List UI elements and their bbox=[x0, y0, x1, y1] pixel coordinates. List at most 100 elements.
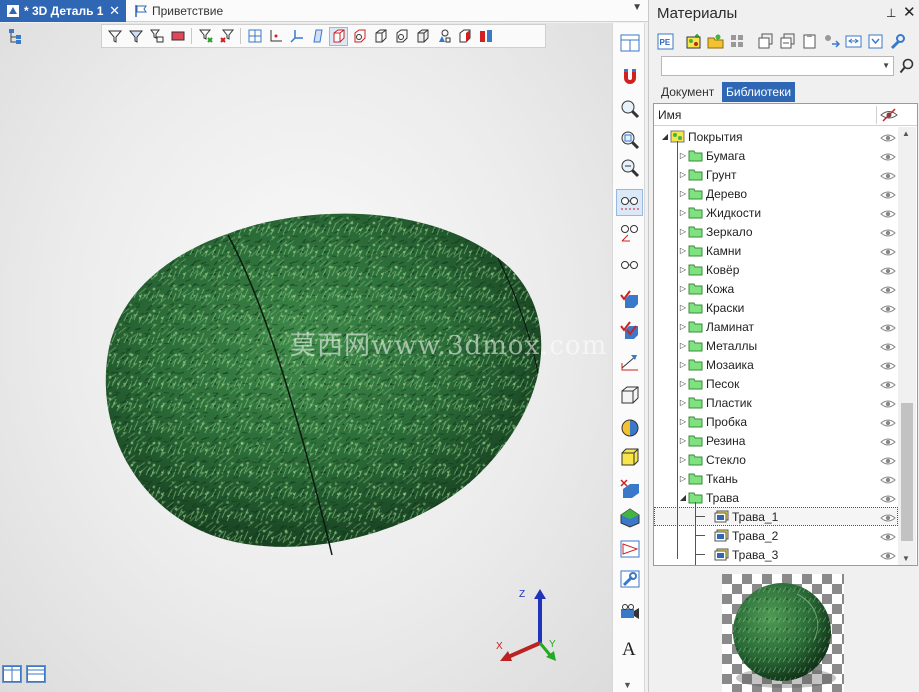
color-icon[interactable] bbox=[168, 27, 187, 46]
tree-item-root[interactable]: ◢ Покрытия bbox=[654, 127, 898, 146]
settings-wrench-icon[interactable] bbox=[616, 565, 643, 592]
copy-icon[interactable] bbox=[755, 31, 775, 51]
visibility-eye-icon[interactable] bbox=[880, 246, 896, 256]
visibility-eye-icon[interactable] bbox=[880, 550, 896, 560]
glasses-icon[interactable] bbox=[616, 251, 643, 278]
cut-icon[interactable] bbox=[616, 475, 643, 502]
tree-item-folder[interactable]: ▷ Резина bbox=[654, 431, 898, 450]
expand-arrow-icon[interactable]: ▷ bbox=[678, 208, 688, 217]
split-horizontal-icon[interactable] bbox=[26, 665, 46, 683]
filter-2-icon[interactable] bbox=[126, 27, 145, 46]
expand-arrow-icon[interactable]: ▷ bbox=[678, 341, 688, 350]
properties-icon[interactable]: PE bbox=[655, 31, 675, 51]
section-icon[interactable] bbox=[476, 27, 495, 46]
collapse-arrow-icon[interactable]: ◢ bbox=[660, 132, 670, 141]
paste-icon[interactable] bbox=[799, 31, 819, 51]
scroll-thumb[interactable] bbox=[901, 403, 913, 541]
apply-icon[interactable] bbox=[821, 31, 841, 51]
filter-clear-icon[interactable] bbox=[196, 27, 215, 46]
projection-icon[interactable] bbox=[616, 535, 643, 562]
tree-item-folder[interactable]: ▷ Стекло bbox=[654, 450, 898, 469]
visibility-eye-icon[interactable] bbox=[880, 322, 896, 332]
visibility-eye-icon[interactable] bbox=[880, 360, 896, 370]
cube-6-icon[interactable] bbox=[455, 27, 474, 46]
visibility-eye-icon[interactable] bbox=[880, 170, 896, 180]
library-grid-icon[interactable] bbox=[727, 31, 747, 51]
zoom-window-icon[interactable] bbox=[616, 126, 643, 153]
measure-icon[interactable] bbox=[616, 348, 643, 375]
visibility-eye-icon[interactable] bbox=[880, 284, 896, 294]
tree-item-folder[interactable]: ▷ Ковёр bbox=[654, 260, 898, 279]
shapes-icon[interactable] bbox=[434, 27, 453, 46]
tab-document[interactable]: Документ bbox=[658, 83, 717, 101]
expand-arrow-icon[interactable]: ▷ bbox=[678, 170, 688, 179]
shaded-cube-icon[interactable] bbox=[616, 504, 643, 531]
tree-item-folder[interactable]: ▷ Песок bbox=[654, 374, 898, 393]
tree-item-folder[interactable]: ▷ Краски bbox=[654, 298, 898, 317]
visibility-eye-icon[interactable] bbox=[880, 379, 896, 389]
visibility-eye-icon[interactable] bbox=[880, 531, 896, 541]
cube-3-icon[interactable] bbox=[371, 27, 390, 46]
collapse-arrow-icon[interactable]: ◢ bbox=[678, 493, 688, 502]
visibility-eye-icon[interactable] bbox=[880, 208, 896, 218]
pin-icon[interactable]: ⊥ bbox=[886, 6, 896, 20]
tab-3d-part[interactable]: * 3D Деталь 1 ✕ bbox=[0, 0, 126, 22]
tree-item-folder[interactable]: ▷ Зеркало bbox=[654, 222, 898, 241]
visibility-eye-icon[interactable] bbox=[880, 303, 896, 313]
visibility-eye-icon[interactable] bbox=[880, 436, 896, 446]
expand-arrow-icon[interactable]: ▷ bbox=[678, 303, 688, 312]
split-vertical-icon[interactable] bbox=[2, 665, 22, 683]
tree-item-folder[interactable]: ▷ Металлы bbox=[654, 336, 898, 355]
cube-2-icon[interactable] bbox=[350, 27, 369, 46]
visibility-eye-icon[interactable] bbox=[880, 227, 896, 237]
tree-item-folder[interactable]: ▷ Мозаика bbox=[654, 355, 898, 374]
add-material-icon[interactable] bbox=[683, 31, 703, 51]
tab-libraries[interactable]: Библиотеки bbox=[722, 82, 796, 102]
camera-icon[interactable] bbox=[616, 598, 643, 625]
filter-icon[interactable] bbox=[105, 27, 124, 46]
tree-item-folder[interactable]: ▷ Ламинат bbox=[654, 317, 898, 336]
expand-arrow-icon[interactable]: ▷ bbox=[678, 322, 688, 331]
tree-scrollbar[interactable]: ▲ ▼ bbox=[898, 127, 916, 565]
close-panel-icon[interactable]: ✕ bbox=[903, 3, 916, 21]
expand-arrow-icon[interactable]: ▷ bbox=[678, 379, 688, 388]
plane-icon[interactable] bbox=[308, 27, 327, 46]
visibility-eye-icon[interactable] bbox=[880, 265, 896, 275]
expand-arrow-icon[interactable]: ▷ bbox=[678, 436, 688, 445]
tab-welcome[interactable]: Приветствие bbox=[128, 0, 248, 22]
visibility-eye-icon[interactable] bbox=[880, 417, 896, 427]
tree-item-material[interactable]: Трава_2 bbox=[654, 526, 898, 545]
tree-item-folder[interactable]: ▷ Кожа bbox=[654, 279, 898, 298]
visibility-eye-icon[interactable] bbox=[880, 474, 896, 484]
visibility-eye-icon[interactable] bbox=[880, 455, 896, 465]
tab-list-dropdown-icon[interactable]: ▼ bbox=[632, 2, 642, 13]
axis-3d-icon[interactable] bbox=[287, 27, 306, 46]
check-cube-icon[interactable] bbox=[616, 286, 643, 313]
visibility-eye-icon[interactable] bbox=[880, 132, 896, 142]
3d-model-egg[interactable] bbox=[100, 193, 560, 573]
glasses-edit-icon[interactable] bbox=[616, 219, 643, 246]
visibility-eye-icon[interactable] bbox=[880, 151, 896, 161]
visibility-eye-icon[interactable] bbox=[880, 341, 896, 351]
cube-icon[interactable] bbox=[329, 26, 348, 46]
filter-clear-2-icon[interactable] bbox=[217, 27, 236, 46]
visibility-eye-icon[interactable] bbox=[880, 493, 896, 503]
expand-arrow-icon[interactable]: ▷ bbox=[678, 455, 688, 464]
expand-arrow-icon[interactable]: ▷ bbox=[678, 189, 688, 198]
tree-item-material[interactable]: Трава_3 bbox=[654, 545, 898, 564]
expand-arrow-icon[interactable]: ▷ bbox=[678, 246, 688, 255]
close-tab-icon[interactable]: ✕ bbox=[109, 3, 120, 19]
check-cube-2-icon[interactable] bbox=[616, 317, 643, 344]
magnet-icon[interactable] bbox=[616, 63, 643, 90]
expand-arrow-icon[interactable]: ▷ bbox=[678, 284, 688, 293]
grid-icon[interactable] bbox=[245, 27, 264, 46]
collapse-icon[interactable] bbox=[865, 31, 885, 51]
3d-viewport[interactable]: 莫西网www.3dmox.com Z X Y bbox=[0, 23, 612, 692]
chevron-down-icon[interactable]: ▼ bbox=[882, 61, 890, 70]
cube-4-icon[interactable] bbox=[392, 27, 411, 46]
tree-item-folder[interactable]: ▷ Пробка bbox=[654, 412, 898, 431]
open-library-icon[interactable] bbox=[705, 31, 725, 51]
expand-arrow-icon[interactable]: ▷ bbox=[678, 398, 688, 407]
axis-icon[interactable] bbox=[266, 27, 285, 46]
material-search-input[interactable]: ▼ bbox=[661, 56, 894, 76]
